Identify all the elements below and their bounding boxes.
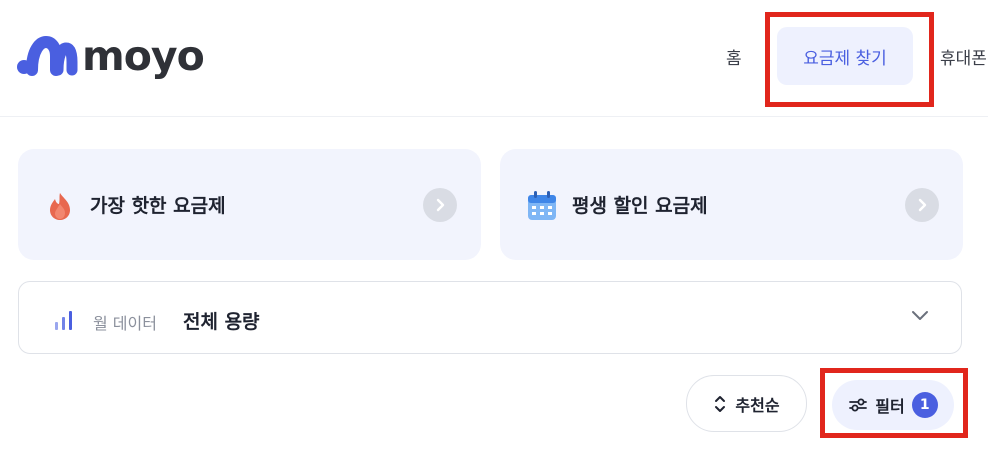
chevron-down-icon [912,311,928,320]
nav-phones[interactable]: 휴대폰 [940,44,987,69]
monthly-data-label: 월 데이터 [93,314,157,333]
monthly-data-select[interactable]: 월 데이터 전체 용량 [18,281,962,354]
moyo-logo-icon [17,36,78,76]
flame-icon [50,193,70,220]
nav-home[interactable]: 홈 [726,44,742,69]
highlight-box-filter [820,368,968,438]
highlight-box-nav [765,12,934,107]
bar-chart-icon [55,311,72,330]
card-hot-plans[interactable]: 가장 핫한 요금제 [18,149,481,260]
card-hot-plans-label: 가장 핫한 요금제 [90,195,226,217]
calendar-icon [528,191,556,220]
monthly-data-value: 전체 용량 [183,311,260,333]
moyo-logo[interactable]: moyo [16,32,205,80]
card-lifetime-discount[interactable]: 평생 할인 요금제 [500,149,963,260]
chevron-right-icon [905,188,939,222]
sort-button[interactable]: 추천순 [686,375,807,432]
sort-label: 추천순 [735,395,780,415]
sort-icon [715,395,726,412]
chevron-right-icon [423,188,457,222]
logo-text: moyo [82,32,205,80]
card-lifetime-discount-label: 평생 할인 요금제 [572,195,708,217]
